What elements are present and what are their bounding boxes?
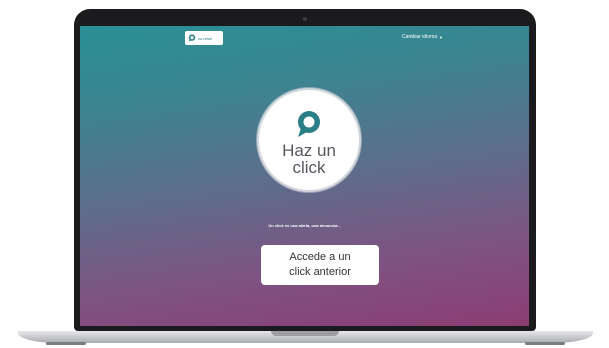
app-screen: co-resel Cambiar idioma ▼ Haz un click U… xyxy=(80,26,529,326)
access-button-label: Accede a un click anterior xyxy=(289,250,351,280)
language-dropdown-label: Cambiar idioma xyxy=(402,34,438,40)
caret-down-icon: ▼ xyxy=(439,34,443,40)
camera-dot xyxy=(303,17,307,21)
click-circle-button[interactable]: Haz un click xyxy=(259,90,359,190)
tagline-text: Un click es una alerta, una denuncia... xyxy=(268,223,341,228)
laptop-foot-left xyxy=(46,342,86,345)
circle-label-line2: click xyxy=(292,158,326,177)
chat-bubble-icon xyxy=(298,111,320,137)
laptop-foot-right xyxy=(525,342,565,345)
logo-text: co-resel xyxy=(198,35,213,41)
app-logo[interactable]: co-resel xyxy=(185,31,223,45)
laptop-notch xyxy=(271,331,339,336)
access-label-line2: click anterior xyxy=(289,266,351,278)
access-previous-click-button[interactable]: Accede a un click anterior xyxy=(261,245,379,285)
circle-label-line1: Haz un xyxy=(282,141,336,160)
language-dropdown[interactable]: Cambiar idioma ▼ xyxy=(402,34,443,40)
access-label-line1: Accede a un xyxy=(289,251,351,263)
circle-button-label: Haz un click xyxy=(274,142,344,176)
chat-bubble-icon xyxy=(188,34,196,42)
laptop-base xyxy=(18,331,593,345)
